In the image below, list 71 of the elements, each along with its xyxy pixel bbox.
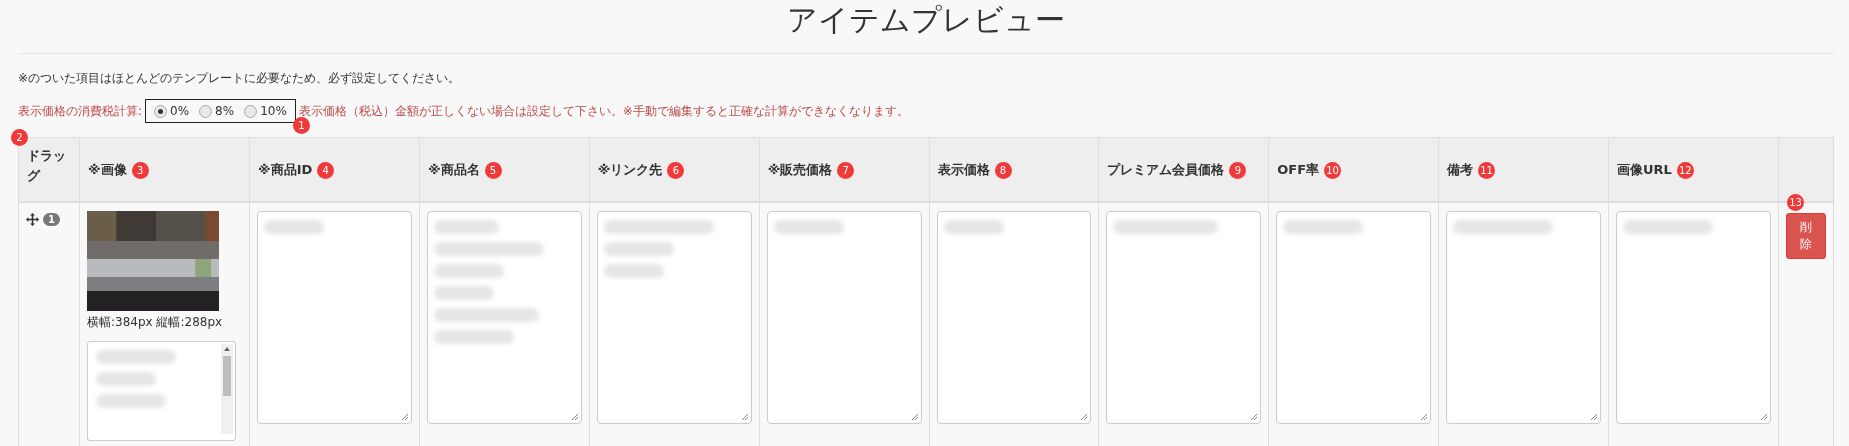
column-label: プレミアム会員価格 xyxy=(1107,161,1225,177)
resize-grip-icon[interactable] xyxy=(1080,413,1089,421)
radio-label: 0% xyxy=(170,104,190,118)
text-field[interactable] xyxy=(257,211,412,424)
annotation-marker: 2 xyxy=(11,129,28,146)
annotation-marker: 7 xyxy=(837,161,855,179)
resize-grip-icon[interactable] xyxy=(400,413,409,421)
text-field[interactable] xyxy=(87,341,236,441)
delete-button[interactable]: 削除 xyxy=(1786,213,1826,259)
radio-label: 10% xyxy=(260,104,287,118)
annotation-marker: 4 xyxy=(317,161,335,179)
text-field[interactable] xyxy=(1446,211,1601,424)
resize-grip-icon[interactable] xyxy=(1250,413,1259,421)
resize-grip-icon[interactable] xyxy=(1590,413,1598,421)
column-label: ※リンク先 xyxy=(597,161,663,177)
tax-hint: 表示価格（税込）金額が正しくない場合は設定して下さい。※手動で編集すると正確な計算ができなくなります。 xyxy=(298,102,909,120)
text-field[interactable] xyxy=(426,211,582,424)
blurred-text xyxy=(433,220,499,234)
resize-grip-icon[interactable] xyxy=(570,413,579,421)
annotation-marker: 5 xyxy=(484,161,502,179)
radio-option[interactable]: 8% xyxy=(199,104,235,118)
scrollbar-drawing[interactable] xyxy=(221,344,233,434)
annotation-marker: 8 xyxy=(994,161,1012,179)
annotation-marker: 13 xyxy=(1787,194,1804,211)
blurred-text xyxy=(603,242,674,256)
text-field[interactable] xyxy=(1616,211,1771,424)
notice-text: ※のついた項目はほとんどのテンプレートに必要なため、必ず設定してください。 xyxy=(18,70,462,87)
annotation-marker: 11 xyxy=(1478,161,1496,179)
page-title: アイテムプレビュー xyxy=(786,1,1066,39)
radio-option[interactable]: 10% xyxy=(244,104,287,118)
column-label: 画像URL xyxy=(1617,161,1672,177)
text-field[interactable] xyxy=(1106,211,1262,424)
radio-button[interactable] xyxy=(154,104,168,118)
column-label: ドラッグ xyxy=(27,147,66,185)
radio-button[interactable] xyxy=(244,104,258,118)
column-label: ※商品名 xyxy=(427,161,480,177)
image-size-text: 横幅:384px 縦幅:288px xyxy=(87,314,224,331)
annotation-marker: 1 xyxy=(292,117,310,134)
annotation-marker: 9 xyxy=(1229,161,1247,179)
annotation-marker: 12 xyxy=(1676,161,1694,179)
tax-label: 表示価格の消費税計算: xyxy=(18,102,143,120)
resize-grip-icon[interactable] xyxy=(1760,413,1768,421)
column-label: ※販売価格 xyxy=(767,161,833,177)
blurred-text xyxy=(773,220,844,234)
resize-grip-icon[interactable] xyxy=(740,413,749,421)
column-label: OFF率 xyxy=(1277,161,1320,177)
annotation-marker: 3 xyxy=(131,161,149,179)
row-number-badge: 1 xyxy=(43,213,60,226)
blurred-text xyxy=(433,264,504,278)
blurred-text xyxy=(96,372,156,386)
blurred-text xyxy=(603,264,664,278)
column-label: 備考 xyxy=(1447,161,1474,177)
blurred-text xyxy=(433,286,494,300)
text-field[interactable] xyxy=(1276,211,1432,424)
move-icon[interactable] xyxy=(26,213,39,226)
blurred-text xyxy=(96,394,166,408)
column-label: ※画像 xyxy=(88,161,127,177)
column-label: 表示価格 xyxy=(937,161,990,177)
blurred-text xyxy=(943,220,1004,234)
resize-grip-icon[interactable] xyxy=(910,413,919,421)
text-field[interactable] xyxy=(936,211,1092,424)
radio-option[interactable]: 0% xyxy=(154,104,190,118)
resize-grip-icon[interactable] xyxy=(1420,413,1429,421)
radio-button[interactable] xyxy=(199,104,213,118)
radio-label: 8% xyxy=(215,104,235,118)
text-field[interactable] xyxy=(596,211,752,424)
column-label: ※商品ID xyxy=(258,161,313,177)
annotation-marker: 6 xyxy=(667,161,685,179)
blurred-text xyxy=(264,220,324,234)
annotation-marker: 10 xyxy=(1324,161,1342,179)
text-field[interactable] xyxy=(766,211,922,424)
